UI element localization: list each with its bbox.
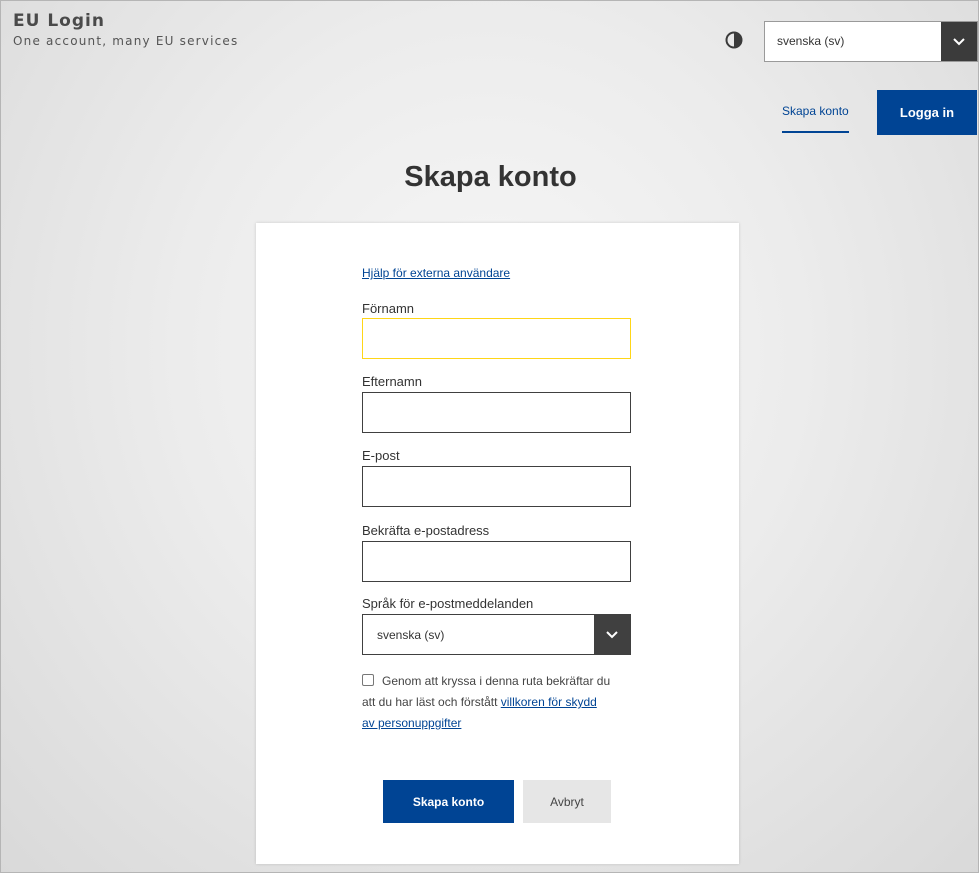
- mail-language-value: svenska (sv): [377, 628, 445, 642]
- last-name-input[interactable]: [362, 392, 631, 433]
- email-input[interactable]: [362, 466, 631, 507]
- contrast-icon[interactable]: [725, 31, 743, 49]
- confirm-email-label: Bekräfta e-postadress: [362, 523, 490, 538]
- brand: EU Login One account, many EU services: [13, 11, 238, 48]
- page-title: Skapa konto: [404, 161, 577, 193]
- consent-block: Genom att kryssa i denna ruta bekräftar …: [362, 671, 612, 734]
- language-select-value: svenska (sv): [777, 34, 845, 48]
- create-account-form: Hjälp för externa användare Förnamn Efte…: [256, 223, 739, 864]
- help-external-users-link[interactable]: Hjälp för externa användare: [362, 266, 510, 280]
- nav-create-account-link[interactable]: Skapa konto: [782, 104, 849, 133]
- mail-language-label: Språk för e-postmeddelanden: [362, 596, 534, 611]
- mail-language-select[interactable]: svenska (sv): [362, 614, 631, 655]
- language-select[interactable]: svenska (sv): [764, 21, 978, 62]
- chevron-down-icon[interactable]: [594, 615, 630, 654]
- last-name-label: Efternamn: [362, 374, 422, 389]
- app-subtitle: One account, many EU services: [13, 34, 239, 48]
- first-name-input[interactable]: [362, 318, 631, 359]
- chevron-down-icon[interactable]: [941, 22, 977, 61]
- consent-checkbox[interactable]: [362, 674, 374, 686]
- email-label: E-post: [362, 448, 400, 463]
- nav-login-button[interactable]: Logga in: [877, 90, 977, 135]
- cancel-button[interactable]: Avbryt: [523, 780, 611, 823]
- app-title: EU Login: [13, 11, 105, 31]
- confirm-email-input[interactable]: [362, 541, 631, 582]
- first-name-label: Förnamn: [362, 301, 415, 316]
- create-account-button[interactable]: Skapa konto: [383, 780, 514, 823]
